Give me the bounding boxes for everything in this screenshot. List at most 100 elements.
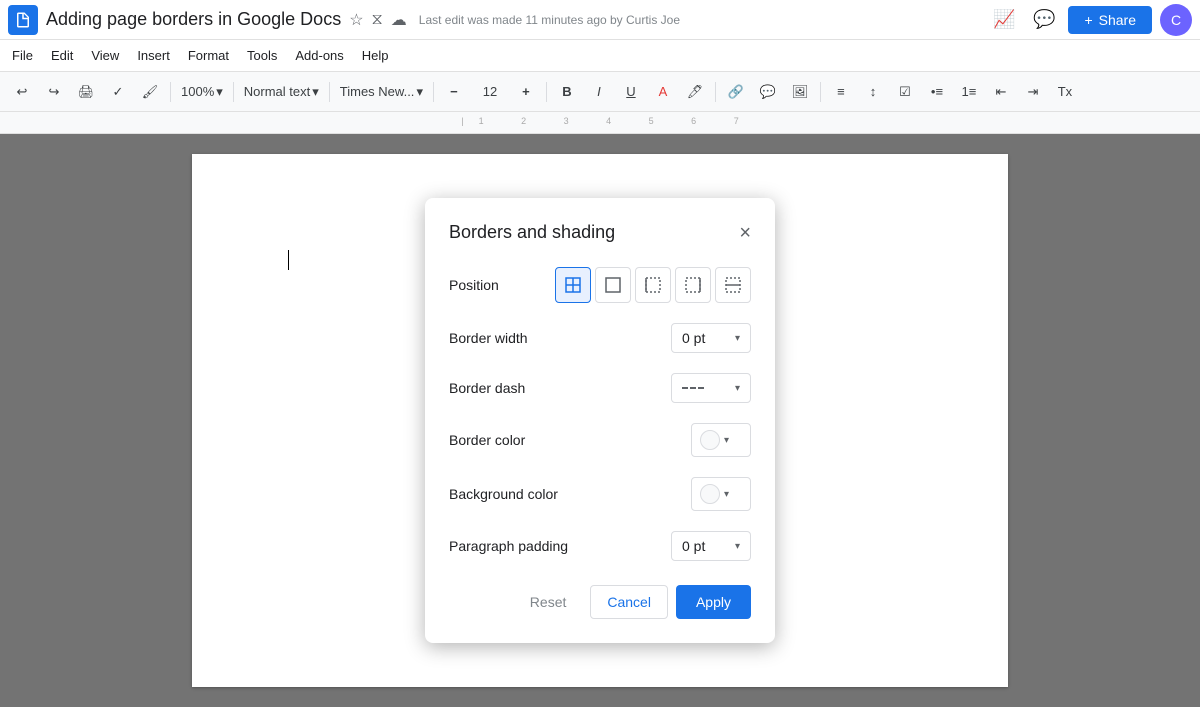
font-size-select[interactable]: 12 bbox=[472, 78, 508, 106]
doc-title: Adding page borders in Google Docs bbox=[46, 9, 341, 30]
spellcheck-button[interactable]: ✓ bbox=[104, 78, 132, 106]
dialog-title: Borders and shading bbox=[449, 222, 615, 243]
border-color-swatch bbox=[700, 430, 720, 450]
background-color-button[interactable]: ▾ bbox=[691, 477, 751, 511]
zoom-arrow: ▾ bbox=[216, 84, 223, 100]
doc-area: Borders and shading × Position bbox=[0, 134, 1200, 707]
border-dash-preview bbox=[682, 380, 710, 396]
comments-icon[interactable]: 💬 bbox=[1028, 4, 1060, 36]
background-color-swatch bbox=[700, 484, 720, 504]
border-dash-row: Border dash ▾ bbox=[449, 373, 751, 403]
underline-button[interactable]: U bbox=[617, 78, 645, 106]
indent-less-button[interactable]: ⇤ bbox=[987, 78, 1015, 106]
border-width-value: 0 pt bbox=[682, 330, 705, 346]
position-between-borders[interactable] bbox=[715, 267, 751, 303]
dialog-overlay: Borders and shading × Position bbox=[0, 134, 1200, 707]
border-dash-dropdown[interactable]: ▾ bbox=[671, 373, 751, 403]
position-no-borders[interactable] bbox=[595, 267, 631, 303]
app-icon bbox=[8, 5, 38, 35]
ruler: | 1 2 3 4 5 6 7 bbox=[0, 112, 1200, 134]
font-arrow: ▾ bbox=[416, 84, 423, 100]
new-button[interactable]: + Share bbox=[1068, 6, 1152, 34]
background-color-label: Background color bbox=[449, 486, 558, 502]
toolbar: ↩ ↪ 🖨 ✓ 🖌 100% ▾ Normal text ▾ Times New… bbox=[0, 72, 1200, 112]
toolbar-divider-1 bbox=[170, 82, 171, 102]
style-arrow: ▾ bbox=[312, 84, 319, 100]
image-button[interactable]: 🖼 bbox=[786, 78, 814, 106]
position-label: Position bbox=[449, 277, 499, 293]
border-width-arrow: ▾ bbox=[735, 333, 740, 344]
paragraph-padding-dropdown[interactable]: 0 pt ▾ bbox=[671, 531, 751, 561]
toolbar-divider-4 bbox=[433, 82, 434, 102]
comment-button[interactable]: 💬 bbox=[754, 78, 782, 106]
menu-tools[interactable]: Tools bbox=[239, 44, 285, 67]
zoom-select[interactable]: 100% ▾ bbox=[177, 78, 227, 106]
undo-button[interactable]: ↩ bbox=[8, 78, 36, 106]
align-button[interactable]: ≡ bbox=[827, 78, 855, 106]
avatar[interactable]: C bbox=[1160, 4, 1192, 36]
border-color-button[interactable]: ▾ bbox=[691, 423, 751, 457]
border-dash-arrow: ▾ bbox=[735, 383, 740, 394]
font-size-plus-button[interactable]: + bbox=[512, 78, 540, 106]
toolbar-divider-3 bbox=[329, 82, 330, 102]
new-icon: + bbox=[1084, 12, 1092, 28]
paragraph-padding-label: Paragraph padding bbox=[449, 538, 568, 554]
bullet-list-button[interactable]: •≡ bbox=[923, 78, 951, 106]
style-value: Normal text bbox=[244, 84, 310, 99]
line-spacing-button[interactable]: ↕ bbox=[859, 78, 887, 106]
position-all-borders[interactable] bbox=[555, 267, 591, 303]
italic-button[interactable]: I bbox=[585, 78, 613, 106]
position-row: Position bbox=[449, 267, 751, 303]
reset-button[interactable]: Reset bbox=[514, 585, 583, 619]
position-right-border[interactable] bbox=[675, 267, 711, 303]
border-color-label: Border color bbox=[449, 432, 525, 448]
paragraph-padding-arrow: ▾ bbox=[735, 541, 740, 552]
autosave-text: Last edit was made 11 minutes ago by Cur… bbox=[419, 13, 981, 27]
toolbar-divider-5 bbox=[546, 82, 547, 102]
topbar: Adding page borders in Google Docs ☆ ⧖ ☁… bbox=[0, 0, 1200, 40]
cancel-button[interactable]: Cancel bbox=[590, 585, 668, 619]
borders-shading-dialog: Borders and shading × Position bbox=[425, 198, 775, 643]
indent-more-button[interactable]: ⇥ bbox=[1019, 78, 1047, 106]
highlight-button[interactable]: 🖊 bbox=[681, 78, 709, 106]
paragraph-padding-row: Paragraph padding 0 pt ▾ bbox=[449, 531, 751, 561]
star-icon[interactable]: ☆ bbox=[349, 10, 363, 30]
numbered-list-button[interactable]: 1≡ bbox=[955, 78, 983, 106]
font-value: Times New... bbox=[340, 84, 415, 99]
toolbar-divider-6 bbox=[715, 82, 716, 102]
position-left-border[interactable] bbox=[635, 267, 671, 303]
paragraph-padding-value: 0 pt bbox=[682, 538, 705, 554]
border-color-arrow: ▾ bbox=[724, 435, 729, 446]
history-icon[interactable]: ⧖ bbox=[372, 11, 383, 29]
menu-format[interactable]: Format bbox=[180, 44, 237, 67]
menu-view[interactable]: View bbox=[83, 44, 127, 67]
border-dash-label: Border dash bbox=[449, 380, 525, 396]
dialog-footer: Reset Cancel Apply bbox=[449, 585, 751, 619]
cloud-icon[interactable]: ☁ bbox=[391, 10, 407, 30]
dialog-close-button[interactable]: × bbox=[739, 223, 751, 243]
background-color-arrow: ▾ bbox=[724, 489, 729, 500]
menu-addons[interactable]: Add-ons bbox=[287, 44, 351, 67]
menu-file[interactable]: File bbox=[4, 44, 41, 67]
link-button[interactable]: 🔗 bbox=[722, 78, 750, 106]
paintformat-button[interactable]: 🖌 bbox=[136, 78, 164, 106]
checklist-button[interactable]: ☑ bbox=[891, 78, 919, 106]
style-select[interactable]: Normal text ▾ bbox=[240, 78, 323, 106]
apply-button[interactable]: Apply bbox=[676, 585, 751, 619]
search-icon[interactable]: 📈 bbox=[988, 4, 1020, 36]
font-size-minus-button[interactable]: − bbox=[440, 78, 468, 106]
border-width-dropdown[interactable]: 0 pt ▾ bbox=[671, 323, 751, 353]
font-select[interactable]: Times New... ▾ bbox=[336, 78, 427, 106]
bold-button[interactable]: B bbox=[553, 78, 581, 106]
topbar-right: 📈 💬 + Share C bbox=[988, 4, 1192, 36]
dialog-header: Borders and shading × bbox=[449, 222, 751, 243]
redo-button[interactable]: ↪ bbox=[40, 78, 68, 106]
font-size-value: 12 bbox=[483, 84, 497, 99]
menu-insert[interactable]: Insert bbox=[129, 44, 178, 67]
text-color-button[interactable]: A bbox=[649, 78, 677, 106]
print-button[interactable]: 🖨 bbox=[72, 78, 100, 106]
menu-edit[interactable]: Edit bbox=[43, 44, 81, 67]
clear-formatting-button[interactable]: Tx bbox=[1051, 78, 1079, 106]
title-icons: ☆ ⧖ ☁ bbox=[349, 10, 407, 30]
menu-help[interactable]: Help bbox=[354, 44, 397, 67]
